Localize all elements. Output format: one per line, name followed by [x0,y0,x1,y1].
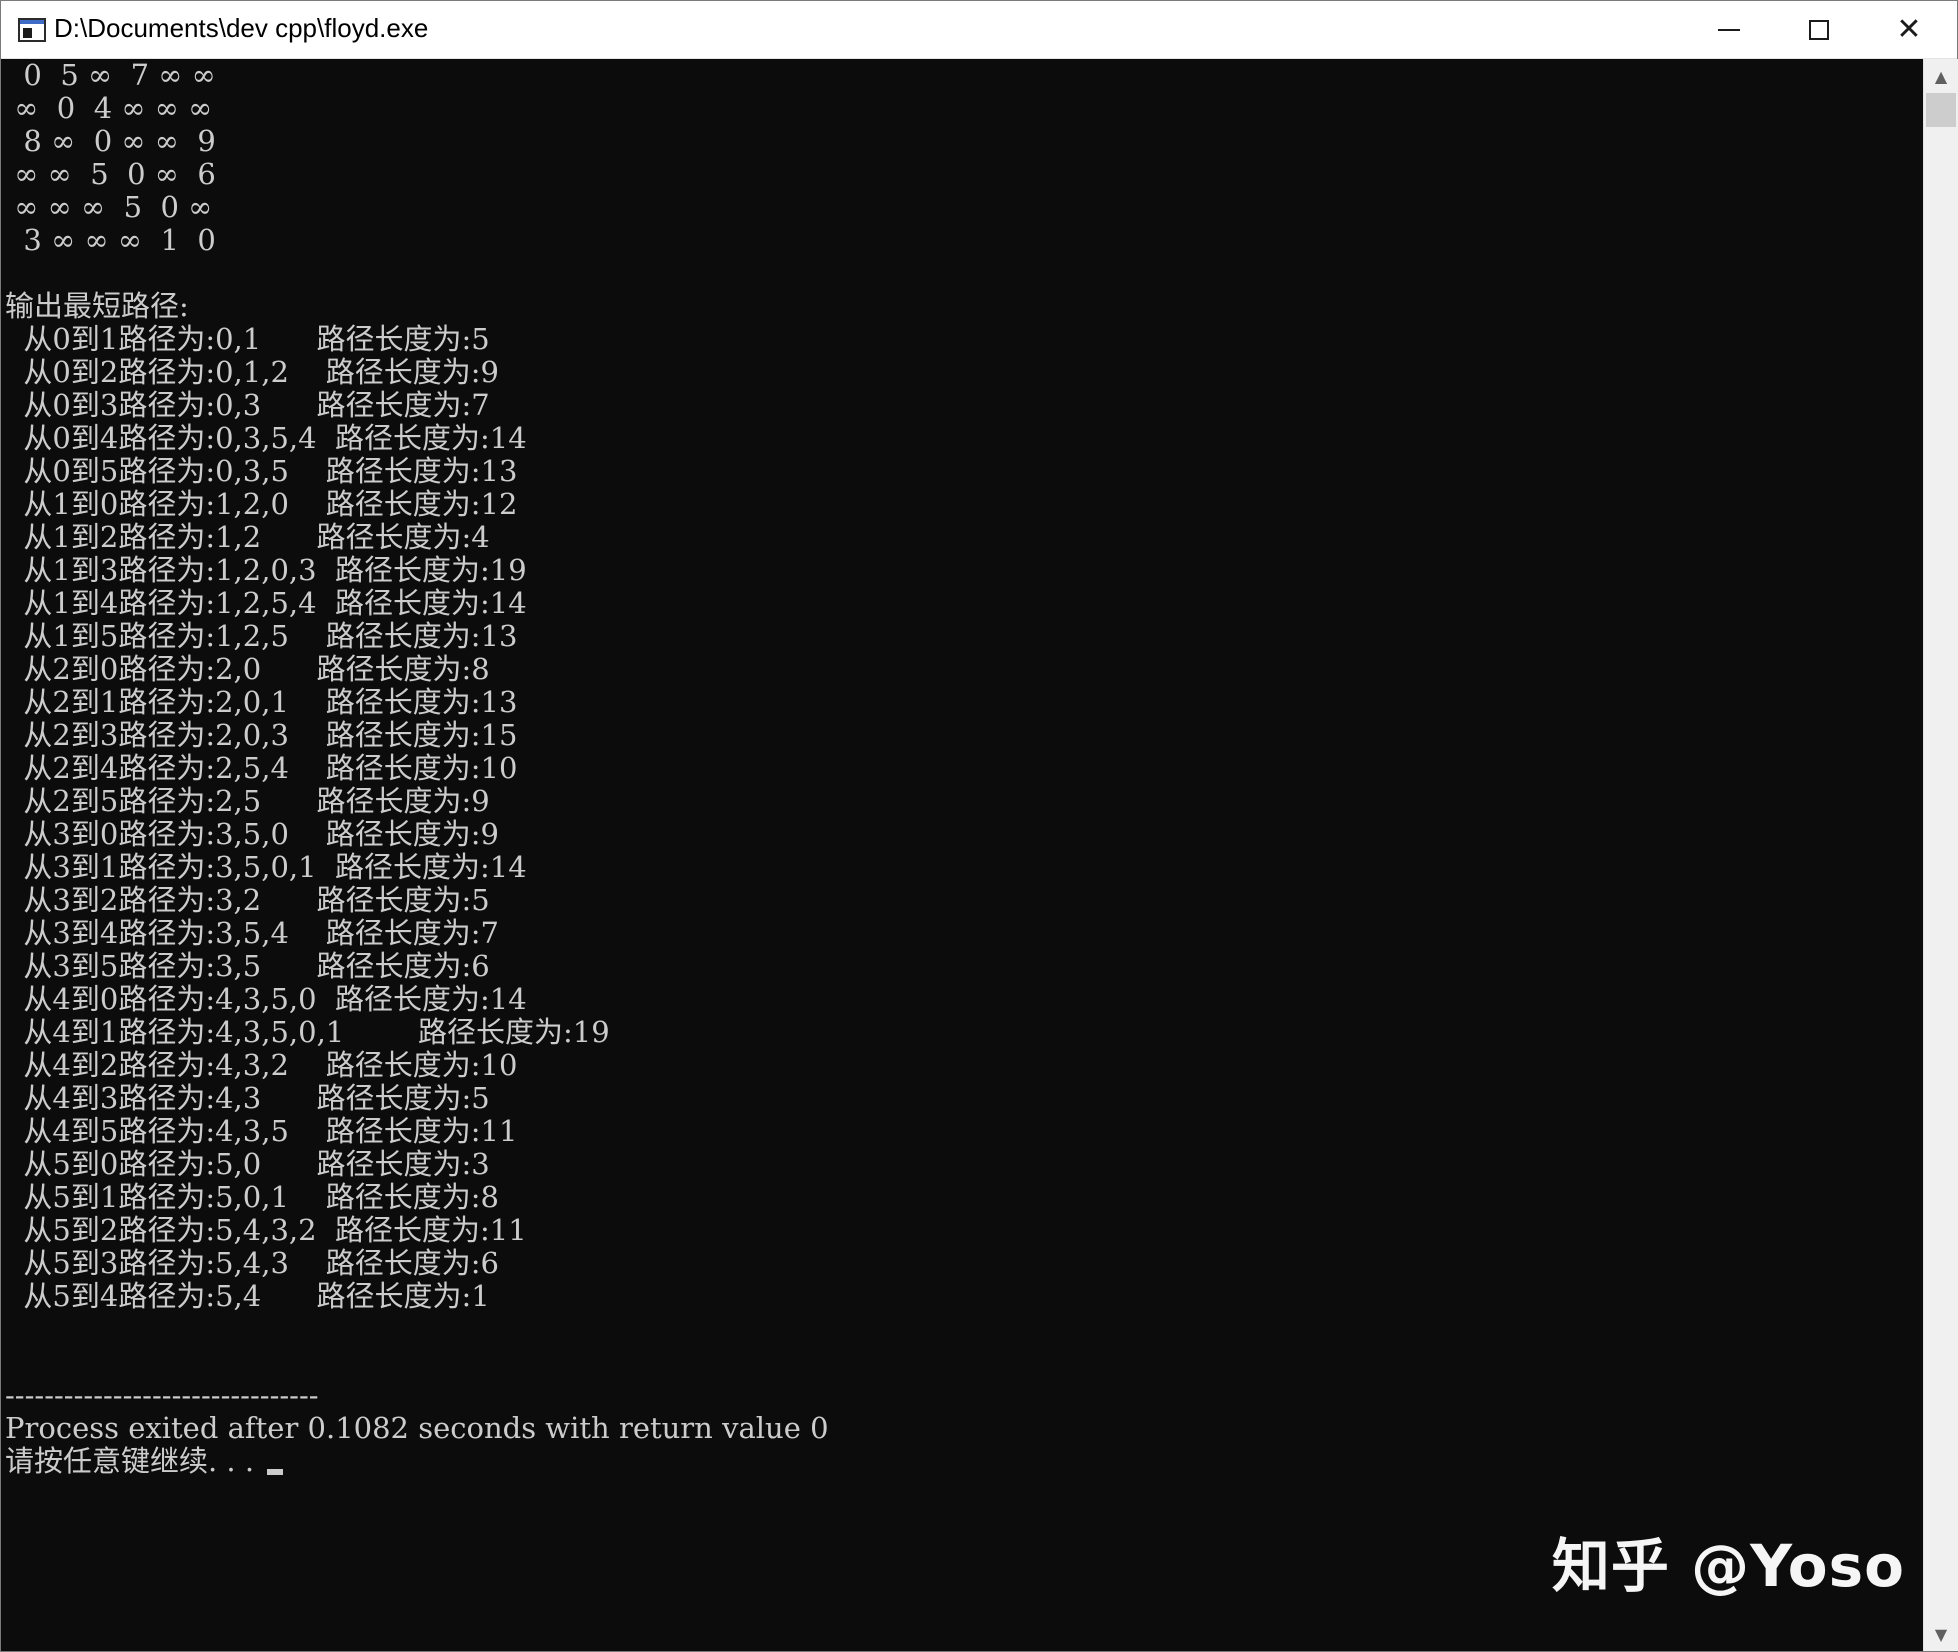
scroll-up-icon[interactable]: ▲ [1924,59,1958,93]
console-line: 从5到2路径为:5,4,3,2 路径长度为:11 [5,1213,527,1247]
console-line: 从2到5路径为:2,5 路径长度为:9 [5,784,490,818]
console-line: 从1到0路径为:1,2,0 路径长度为:12 [5,487,518,521]
console-line: ∞ ∞ 5 0 ∞ 6 [5,157,216,191]
console-line: 从5到3路径为:5,4,3 路径长度为:6 [5,1246,499,1280]
console-line: 从4到3路径为:4,3 路径长度为:5 [5,1081,490,1115]
console-line: 从3到2路径为:3,2 路径长度为:5 [5,883,490,917]
console-lines: 0 5 ∞ 7 ∞ ∞ ∞ 0 4 ∞ ∞ ∞ 8 ∞ 0 ∞ ∞ 9 ∞ ∞ … [5,59,829,1478]
console-line: ∞ ∞ ∞ 5 0 ∞ [5,190,213,224]
console-line: 从5到0路径为:5,0 路径长度为:3 [5,1147,490,1181]
console-line: 从3到4路径为:3,5,4 路径长度为:7 [5,916,499,950]
console-prompt-line: 请按任意键继续. . . [5,1445,829,1478]
console-line: 从0到5路径为:0,3,5 路径长度为:13 [5,454,518,488]
console-line: 从3到5路径为:3,5 路径长度为:6 [5,949,490,983]
console-line: 从2到0路径为:2,0 路径长度为:8 [5,652,490,686]
maximize-button[interactable] [1774,1,1864,58]
scroll-thumb[interactable] [1926,93,1956,127]
console-line: 从4到5路径为:4,3,5 路径长度为:11 [5,1114,518,1148]
console-line: 从0到2路径为:0,1,2 路径长度为:9 [5,355,499,389]
console-line: 从1到4路径为:1,2,5,4 路径长度为:14 [5,586,527,620]
console-line: 从3到0路径为:3,5,0 路径长度为:9 [5,817,499,851]
console-prompt: 请按任意键继续. . . [5,1444,264,1478]
console-line: 从4到2路径为:4,3,2 路径长度为:10 [5,1048,518,1082]
console-line: 从0到4路径为:0,3,5,4 路径长度为:14 [5,421,527,455]
console-line: 从5到4路径为:5,4 路径长度为:1 [5,1279,490,1313]
console-line: 从1到5路径为:1,2,5 路径长度为:13 [5,619,518,653]
minimize-button[interactable] [1684,1,1774,58]
console-output[interactable]: 0 5 ∞ 7 ∞ ∞ ∞ 0 4 ∞ ∞ ∞ 8 ∞ 0 ∞ ∞ 9 ∞ ∞ … [3,59,1923,1651]
close-icon: ✕ [1896,11,1922,47]
console-line: -------------------------------- [5,1378,319,1412]
console-app-icon [18,18,46,42]
console-line: 3 ∞ ∞ ∞ 1 0 [5,223,216,257]
minimize-icon [1718,28,1740,31]
zhihu-watermark: 知乎 @Yoso [1551,1532,1905,1600]
maximize-icon [1809,19,1829,40]
console-line: 从4到1路径为:4,3,5,0,1 路径长度为:19 [5,1015,610,1049]
console-line: 从3到1路径为:3,5,0,1 路径长度为:14 [5,850,527,884]
console-line: 从1到2路径为:1,2 路径长度为:4 [5,520,490,554]
title-bar[interactable]: D:\Documents\dev cpp\floyd.exe ✕ [1,1,1957,59]
console-line: 从5到1路径为:5,0,1 路径长度为:8 [5,1180,499,1214]
scroll-down-icon[interactable]: ▼ [1924,1617,1958,1651]
console-line: 从0到1路径为:0,1 路径长度为:5 [5,322,490,356]
console-line: 从2到4路径为:2,5,4 路径长度为:10 [5,751,518,785]
console-line: 从4到0路径为:4,3,5,0 路径长度为:14 [5,982,527,1016]
close-button[interactable]: ✕ [1864,1,1954,58]
window-title: D:\Documents\dev cpp\floyd.exe [54,13,429,43]
console-line: 8 ∞ 0 ∞ ∞ 9 [5,124,216,158]
console-window: D:\Documents\dev cpp\floyd.exe ✕ 0 5 ∞ 7… [0,0,1958,1652]
console-line: 0 5 ∞ 7 ∞ ∞ [5,59,216,92]
text-cursor [267,1469,284,1475]
console-line: ∞ 0 4 ∞ ∞ ∞ [5,91,213,125]
console-line: 从0到3路径为:0,3 路径长度为:7 [5,388,490,422]
console-line: 从2到1路径为:2,0,1 路径长度为:13 [5,685,518,719]
console-line: 从1到3路径为:1,2,0,3 路径长度为:19 [5,553,527,587]
console-line: 从2到3路径为:2,0,3 路径长度为:15 [5,718,518,752]
vertical-scrollbar[interactable]: ▲ ▼ [1923,59,1958,1651]
console-line: 输出最短路径: [5,289,189,323]
console-line: Process exited after 0.1082 seconds with… [5,1411,829,1445]
